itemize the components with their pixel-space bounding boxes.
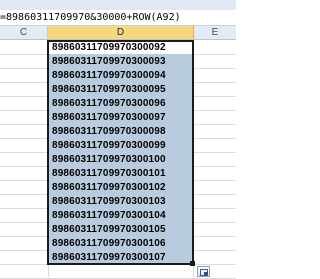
- table-row: 89860311709970300097: [0, 110, 236, 125]
- cell-d99[interactable]: 89860311709970300099: [49, 138, 192, 153]
- column-header-c[interactable]: C: [0, 26, 48, 39]
- cell-d102[interactable]: 89860311709970300102: [49, 180, 192, 195]
- cell-d97[interactable]: 89860311709970300097: [49, 110, 192, 125]
- cell-d104[interactable]: 89860311709970300104: [49, 208, 192, 223]
- cell-d101[interactable]: 89860311709970300101: [49, 166, 192, 181]
- table-row: 89860311709970300105: [0, 222, 236, 237]
- table-row: 89860311709970300103: [0, 194, 236, 209]
- worksheet-grid[interactable]: 89860311709970300092 8986031170997030009…: [0, 40, 236, 279]
- column-header-e[interactable]: E: [194, 26, 236, 39]
- table-row: 89860311709970300099: [0, 138, 236, 153]
- column-header-d[interactable]: D: [48, 26, 194, 39]
- cell-d93[interactable]: 89860311709970300093: [49, 54, 192, 69]
- cell-d105[interactable]: 89860311709970300105: [49, 222, 192, 237]
- table-row: 89860311709970300106: [0, 236, 236, 251]
- table-row: 89860311709970300096: [0, 96, 236, 111]
- cell-d95[interactable]: 89860311709970300095: [49, 82, 192, 97]
- formula-text[interactable]: =89860311709970&30000+ROW(A92): [0, 12, 181, 23]
- table-row: 89860311709970300101: [0, 166, 236, 181]
- column-headers: C D E: [0, 26, 236, 40]
- cell-d92[interactable]: 89860311709970300092: [49, 40, 192, 55]
- table-row: 89860311709970300102: [0, 180, 236, 195]
- cell-d103[interactable]: 89860311709970300103: [49, 194, 192, 209]
- formula-bar[interactable]: =89860311709970&30000+ROW(A92): [0, 10, 236, 26]
- cell-d96[interactable]: 89860311709970300096: [49, 96, 192, 111]
- autofill-options-button[interactable]: [197, 266, 210, 277]
- table-row: 89860311709970300107: [0, 250, 236, 265]
- table-row: 89860311709970300098: [0, 124, 236, 139]
- cell-d100[interactable]: 89860311709970300100: [49, 152, 192, 167]
- cell-d94[interactable]: 89860311709970300094: [49, 68, 192, 83]
- table-row: 89860311709970300100: [0, 152, 236, 167]
- cell-d106[interactable]: 89860311709970300106: [49, 236, 192, 251]
- cell-d98[interactable]: 89860311709970300098: [49, 124, 192, 139]
- table-row: 89860311709970300092: [0, 40, 236, 55]
- table-row: 89860311709970300104: [0, 208, 236, 223]
- fill-handle[interactable]: [190, 261, 195, 266]
- table-row: 89860311709970300095: [0, 82, 236, 97]
- ribbon-edge: [0, 0, 236, 10]
- table-row: 89860311709970300093: [0, 54, 236, 69]
- table-row: 89860311709970300094: [0, 68, 236, 83]
- cell-d107[interactable]: 89860311709970300107: [49, 250, 192, 265]
